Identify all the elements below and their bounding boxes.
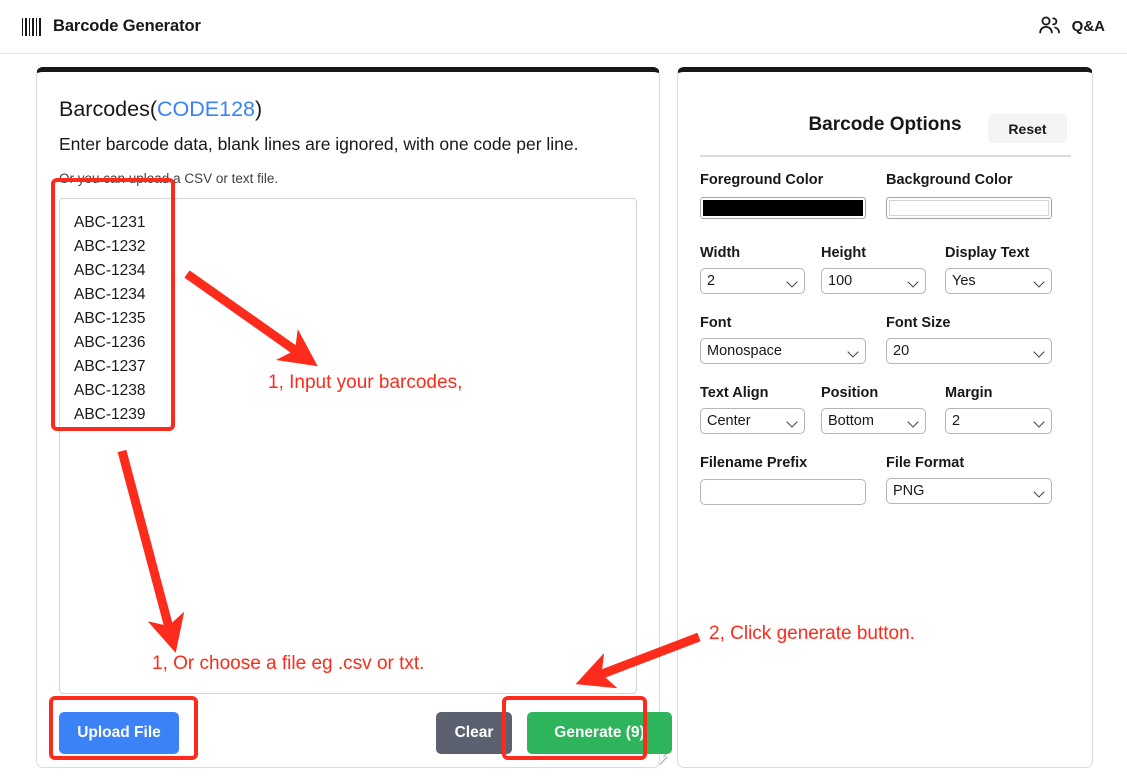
heading-prefix: Barcodes( xyxy=(59,97,157,121)
barcode-data-textarea[interactable] xyxy=(59,198,637,694)
upload-file-button[interactable]: Upload File xyxy=(59,712,179,754)
barcode-options-panel: Barcode Options Reset Foreground Color B… xyxy=(677,67,1093,768)
position-select-wrap xyxy=(821,408,926,434)
text-align-select-wrap xyxy=(700,408,805,434)
heading-suffix: ) xyxy=(255,97,263,121)
height-select-wrap xyxy=(821,268,926,294)
reset-button[interactable]: Reset xyxy=(988,114,1067,143)
qa-link[interactable]: Q&A xyxy=(1037,15,1105,39)
height-label: Height xyxy=(821,245,867,261)
display-text-label: Display Text xyxy=(945,245,1030,261)
file-format-select[interactable] xyxy=(886,478,1052,504)
upload-hint: Or you can upload a CSV or text file. xyxy=(59,171,279,186)
barcode-icon xyxy=(22,17,41,36)
code128-link[interactable]: CODE128 xyxy=(157,97,255,121)
margin-label: Margin xyxy=(945,385,993,401)
position-label: Position xyxy=(821,385,879,401)
font-label: Font xyxy=(700,315,732,331)
file-format-label: File Format xyxy=(886,455,965,471)
generate-button[interactable]: Generate (9) xyxy=(527,712,672,754)
app-header: Barcode Generator Q&A xyxy=(0,0,1127,54)
options-divider xyxy=(700,155,1071,157)
background-color-swatch[interactable] xyxy=(886,197,1052,219)
width-select[interactable] xyxy=(700,268,805,294)
filename-prefix-input[interactable] xyxy=(700,479,866,505)
position-select[interactable] xyxy=(821,408,926,434)
text-align-label: Text Align xyxy=(700,385,769,401)
font-select[interactable] xyxy=(700,338,866,364)
foreground-color-label: Foreground Color xyxy=(700,172,824,188)
font-size-select-wrap xyxy=(886,338,1052,364)
height-select[interactable] xyxy=(821,268,926,294)
page-title: Barcodes(CODE128) xyxy=(59,97,262,122)
text-align-select[interactable] xyxy=(700,408,805,434)
clear-button[interactable]: Clear xyxy=(436,712,512,754)
margin-select-wrap xyxy=(945,408,1052,434)
display-text-select[interactable] xyxy=(945,268,1052,294)
file-format-select-wrap xyxy=(886,478,1052,504)
input-description: Enter barcode data, blank lines are igno… xyxy=(59,134,579,154)
width-select-wrap xyxy=(700,268,805,294)
action-button-row: Upload File Clear Generate (9) xyxy=(59,712,672,756)
display-text-select-wrap xyxy=(945,268,1052,294)
people-icon xyxy=(1037,15,1063,39)
qa-label: Q&A xyxy=(1071,18,1105,35)
font-size-select[interactable] xyxy=(886,338,1052,364)
background-color-label: Background Color xyxy=(886,172,1013,188)
font-size-label: Font Size xyxy=(886,315,951,331)
barcode-input-panel: Barcodes(CODE128) Enter barcode data, bl… xyxy=(36,67,672,768)
foreground-color-swatch[interactable] xyxy=(700,197,866,219)
filename-prefix-label: Filename Prefix xyxy=(700,455,808,471)
brand: Barcode Generator xyxy=(22,17,201,36)
app-title: Barcode Generator xyxy=(53,17,201,35)
font-select-wrap xyxy=(700,338,866,364)
width-label: Width xyxy=(700,245,741,261)
margin-select[interactable] xyxy=(945,408,1052,434)
